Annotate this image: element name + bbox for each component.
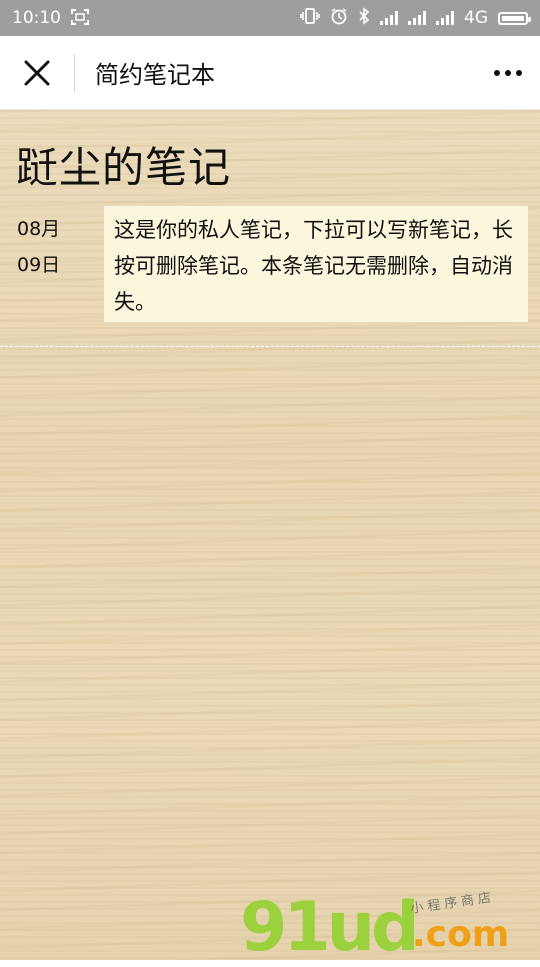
- dashed-divider: [0, 346, 540, 347]
- more-icon[interactable]: [494, 36, 522, 110]
- screenshot-icon: [71, 8, 89, 28]
- page-title: 跹尘的笔记: [16, 143, 232, 192]
- status-bar: 10:10 4G: [0, 0, 540, 36]
- vibrate-icon: [300, 7, 320, 29]
- bluetooth-icon: [358, 6, 370, 30]
- signal-icon-2: [408, 11, 426, 25]
- note-card[interactable]: 这是你的私人笔记，下拉可以写新笔记，长按可删除笔记。本条笔记无需删除，自动消失。: [104, 206, 528, 322]
- close-icon[interactable]: [0, 36, 74, 110]
- nav-bar: 简约笔记本: [0, 36, 540, 110]
- status-time: 10:10: [12, 8, 61, 28]
- watermark-main: 91ud: [240, 888, 420, 967]
- network-type: 4G: [464, 8, 488, 28]
- note-text: 这是你的私人笔记，下拉可以写新笔记，长按可删除笔记。本条笔记无需删除，自动消失。: [114, 218, 513, 314]
- notes-area[interactable]: 跹尘的笔记 08月 09日 这是你的私人笔记，下拉可以写新笔记，长按可删除笔记。…: [0, 110, 540, 960]
- note-date-day: 09日: [17, 254, 61, 276]
- watermark-logo: 91ud 小程序商店 .com: [240, 888, 540, 967]
- signal-icon-3: [436, 11, 454, 25]
- note-date-month: 08月: [17, 218, 61, 240]
- nav-divider: [74, 53, 75, 92]
- watermark-suffix: .com: [412, 914, 510, 955]
- signal-icon: [380, 11, 398, 25]
- alarm-icon: [330, 7, 348, 30]
- battery-icon: [498, 11, 531, 25]
- nav-title: 简约笔记本: [95, 61, 215, 89]
